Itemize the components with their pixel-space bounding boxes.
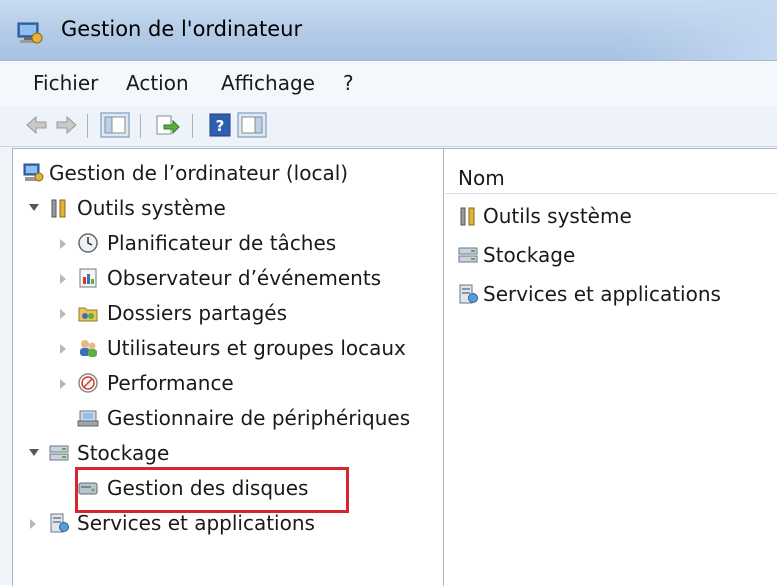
tree-item-dossiers[interactable]: Dossiers partagés xyxy=(13,299,433,329)
console-tree: Gestion de l’ordinateur (local) Outils s… xyxy=(13,149,444,586)
list-item-label: Outils système xyxy=(483,204,632,228)
tree-item-label: Dossiers partagés xyxy=(107,301,288,325)
tree-item-performance[interactable]: Performance xyxy=(13,369,433,399)
expander-closed-icon[interactable] xyxy=(60,344,66,354)
toolbar-separator xyxy=(192,114,193,138)
tree-item-label: Performance xyxy=(107,371,234,395)
list-item-label: Stockage xyxy=(483,243,576,267)
show-hide-action-pane-icon[interactable] xyxy=(237,112,267,138)
device-manager-icon xyxy=(77,410,99,427)
expander-closed-icon[interactable] xyxy=(60,239,66,249)
event-viewer-icon xyxy=(79,268,97,288)
window-title: Gestion de l'ordinateur xyxy=(61,17,303,41)
list-item[interactable]: Services et applications xyxy=(445,280,775,310)
toolbar: ? xyxy=(0,106,777,147)
expander-open-icon[interactable] xyxy=(29,449,39,456)
tree-item-observateur[interactable]: Observateur d’événements xyxy=(13,264,433,294)
list-item[interactable]: Stockage xyxy=(445,241,775,271)
tree-item-root[interactable]: Gestion de l’ordinateur (local) xyxy=(13,159,433,189)
column-header[interactable]: Nom xyxy=(445,149,777,194)
expander-closed-icon[interactable] xyxy=(60,274,66,284)
tree-item-label: Stockage xyxy=(77,441,170,465)
back-arrow-icon[interactable] xyxy=(25,112,49,138)
menu-fichier[interactable]: Fichier xyxy=(33,71,98,95)
export-list-icon[interactable] xyxy=(154,112,180,138)
services-icon xyxy=(459,284,478,304)
menu-affichage[interactable]: Affichage xyxy=(221,71,315,95)
menu-action[interactable]: Action xyxy=(126,71,189,95)
list-item-label: Services et applications xyxy=(483,282,721,306)
tree-item-gestionnaire[interactable]: Gestionnaire de périphériques xyxy=(13,404,443,434)
expander-closed-icon[interactable] xyxy=(60,309,66,319)
expander-closed-icon[interactable] xyxy=(30,519,36,529)
help-icon[interactable]: ? xyxy=(208,112,232,138)
svg-text:?: ? xyxy=(216,117,225,135)
clock-icon xyxy=(78,233,98,253)
menu-help[interactable]: ? xyxy=(343,71,354,95)
tools-icon xyxy=(51,199,66,218)
tree-item-label: Gestion de l’ordinateur (local) xyxy=(49,161,349,185)
expander-open-icon[interactable] xyxy=(29,204,39,211)
toolbar-separator xyxy=(87,114,88,138)
storage-icon xyxy=(458,247,478,263)
tree-item-label: Utilisateurs et groupes locaux xyxy=(107,336,406,360)
tree-item-stockage[interactable]: Stockage xyxy=(13,439,433,469)
content-area: Gestion de l’ordinateur (local) Outils s… xyxy=(12,148,777,586)
column-header-nom[interactable]: Nom xyxy=(458,166,505,190)
tree-item-label: Services et applications xyxy=(77,511,315,535)
toolbar-separator xyxy=(140,114,141,138)
forward-arrow-icon[interactable] xyxy=(54,112,78,138)
expander-closed-icon[interactable] xyxy=(60,379,66,389)
tree-item-label: Outils système xyxy=(77,196,226,220)
computer-management-icon xyxy=(17,22,43,44)
tree-item-label: Observateur d’événements xyxy=(107,266,382,290)
tree-item-label: Gestionnaire de périphériques xyxy=(107,406,411,430)
tree-item-utilisateurs[interactable]: Utilisateurs et groupes locaux xyxy=(13,334,441,364)
title-bar: Gestion de l'ordinateur xyxy=(0,0,777,60)
tools-icon xyxy=(460,207,475,226)
tree-item-label: Planificateur de tâches xyxy=(107,231,337,255)
computer-management-icon xyxy=(23,163,44,182)
services-icon xyxy=(50,513,69,533)
computer-management-window: Gestion de l'ordinateur Fichier Action A… xyxy=(0,0,777,586)
list-item[interactable]: Outils système xyxy=(445,202,775,232)
highlight-box xyxy=(75,467,349,513)
show-hide-console-tree-icon[interactable] xyxy=(100,112,130,138)
tree-item-outils-systeme[interactable]: Outils système xyxy=(13,194,433,224)
tree-item-planificateur[interactable]: Planificateur de tâches xyxy=(13,229,433,259)
menu-bar: Fichier Action Affichage ? xyxy=(0,60,777,107)
storage-icon xyxy=(49,445,69,461)
tree-item-services[interactable]: Services et applications xyxy=(13,509,433,539)
shared-folder-icon xyxy=(78,307,98,322)
title-bar-glow xyxy=(617,0,777,60)
users-icon xyxy=(80,340,97,357)
performance-icon xyxy=(78,373,98,393)
results-pane: Nom Outils système Stockage Services et … xyxy=(445,149,777,586)
